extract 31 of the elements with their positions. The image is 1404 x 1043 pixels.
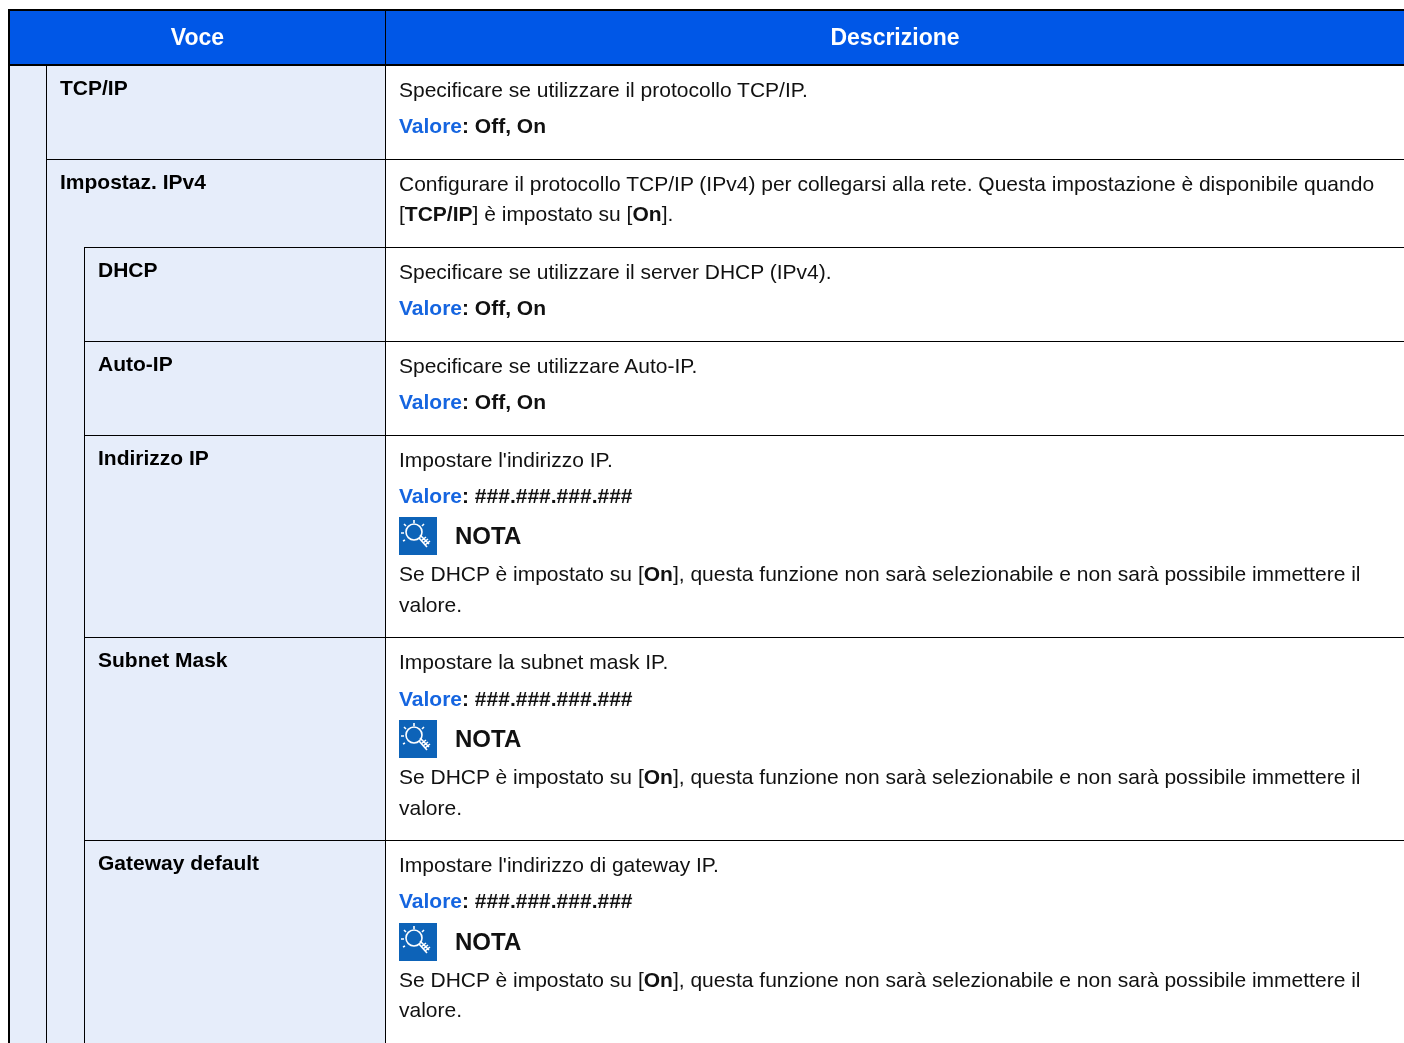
note-text: Se DHCP è impostato su [On], questa funzione non sarà selezionabile e non sarà possibile immettere il valore.	[399, 561, 1362, 618]
setting-name: Subnet Mask	[84, 637, 385, 840]
setting-name: Indirizzo IP	[84, 434, 385, 638]
lightbulb-icon	[399, 517, 437, 556]
setting-name: Impostaz. IPv4	[46, 158, 385, 247]
column-header: Voce	[10, 11, 386, 64]
description-text: Impostare l'indirizzo IP.	[399, 446, 614, 473]
note-title: NOTA	[455, 725, 522, 754]
note-text: Se DHCP è impostato su [On], questa funzione non sarà selezionabile e non sarà possibile immettere il valore.	[399, 764, 1362, 821]
lightbulb-icon	[399, 720, 437, 759]
lightbulb-icon	[399, 922, 437, 961]
description-text: Impostare l'indirizzo di gateway IP.	[399, 852, 720, 878]
value-text: Valore: Off, On	[399, 389, 548, 416]
setting-name: DHCP	[84, 246, 385, 341]
value-text: Valore: ###.###.###.###	[399, 685, 634, 712]
description-text: Impostare la subnet mask IP.	[399, 649, 670, 676]
value-text: Valore: ###.###.###.###	[399, 888, 634, 915]
value-text: Valore: ###.###.###.###	[399, 482, 634, 509]
note-title: NOTA	[455, 522, 522, 551]
description-text: Specificare se utilizzare Auto-IP.	[399, 352, 699, 379]
setting-name: Auto-IP	[84, 340, 385, 435]
note-title: NOTA	[455, 927, 522, 956]
column-header: Descrizione	[829, 23, 961, 52]
setting-name: Gateway default	[84, 840, 385, 1043]
setting-name: TCP/IP	[46, 66, 385, 159]
value-text: Valore: Off, On	[399, 295, 548, 322]
value-text: Valore: Off, On	[399, 113, 548, 140]
note-text: Se DHCP è impostato su [On], questa funzione non sarà selezionabile e non sarà possibile immettere il valore.	[399, 966, 1362, 1024]
description-text: Configurare il protocollo TCP/IP (IPv4) per collegarsi alla rete. Questa impostazione è disponibile quando [TCP/IP] è impostato su [On].	[399, 170, 1376, 228]
description-text: Specificare se utilizzare il protocollo TCP/IP.	[399, 77, 809, 103]
description-text: Specificare se utilizzare il server DHCP (IPv4).	[399, 258, 833, 285]
